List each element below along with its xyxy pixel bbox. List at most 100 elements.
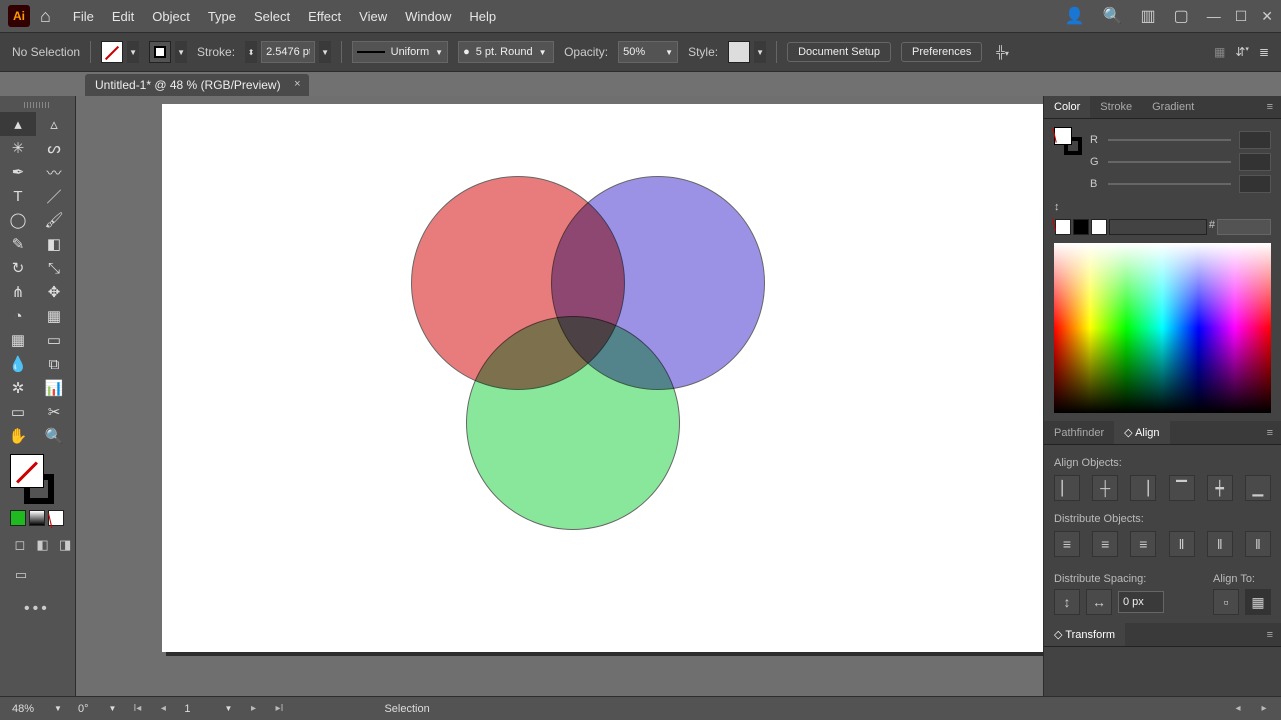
hex-input[interactable] xyxy=(1217,219,1271,235)
align-panel-icon[interactable]: ▦ xyxy=(1214,45,1225,59)
dist-top-button[interactable]: ≡ xyxy=(1054,531,1080,557)
graph-tool[interactable]: 📊 xyxy=(36,376,72,400)
stroke-profile-select[interactable]: Uniform ▼ xyxy=(352,41,448,63)
type-tool[interactable]: T xyxy=(0,184,36,208)
dist-left-button[interactable]: ‖ xyxy=(1169,531,1195,557)
align-hcenter-button[interactable]: ┼ xyxy=(1092,475,1118,501)
artboard[interactable] xyxy=(162,104,1043,652)
menu-file[interactable]: File xyxy=(73,9,94,24)
panel-fill-swatch[interactable]: ∕ xyxy=(1054,127,1072,145)
dist-spacing-v-button[interactable]: ↕ xyxy=(1054,589,1080,615)
rotate-select[interactable]: 0°▼ xyxy=(74,700,120,718)
user-icon[interactable]: 👤 xyxy=(1065,6,1085,26)
artboard-select[interactable]: 1▼ xyxy=(180,700,236,718)
menu-edit[interactable]: Edit xyxy=(112,9,134,24)
align-panel-menu-icon[interactable]: ≡ xyxy=(1259,422,1281,444)
spacing-input[interactable] xyxy=(1118,591,1164,613)
direct-selection-tool[interactable]: ▵ xyxy=(36,112,72,136)
b-value[interactable] xyxy=(1239,175,1271,193)
slice-tool[interactable]: ✂ xyxy=(36,400,72,424)
dist-vcenter-button[interactable]: ≡ xyxy=(1092,531,1118,557)
scroll-left-button[interactable]: ◂ xyxy=(1229,700,1247,718)
fill-dropdown[interactable]: ▼ xyxy=(127,41,139,63)
draw-behind-icon[interactable]: ◧ xyxy=(33,534,53,556)
artboard-last-button[interactable]: ▸I xyxy=(270,700,288,718)
hand-tool[interactable]: ✋ xyxy=(0,424,36,448)
mesh-tool[interactable]: ▦ xyxy=(0,328,36,352)
artboard-next-button[interactable]: ▸ xyxy=(244,700,262,718)
none-swatch[interactable]: ∕ xyxy=(1055,219,1071,235)
menu-type[interactable]: Type xyxy=(208,9,236,24)
tab-transform[interactable]: ◇ Transform xyxy=(1044,623,1125,646)
workspace-icon[interactable]: ▢ xyxy=(1174,6,1189,26)
tab-pathfinder[interactable]: Pathfinder xyxy=(1044,422,1114,444)
scroll-right-button[interactable]: ▸ xyxy=(1255,700,1273,718)
gradient-tool[interactable]: ▭ xyxy=(36,328,72,352)
close-button[interactable]: ✕ xyxy=(1261,8,1273,25)
stroke-dropdown[interactable]: ▼ xyxy=(175,41,187,63)
menu-window[interactable]: Window xyxy=(405,9,451,24)
line-tool[interactable]: ／ xyxy=(36,184,72,208)
align-top-button[interactable]: ▔ xyxy=(1169,475,1195,501)
black-swatch[interactable] xyxy=(1073,219,1089,235)
list-panel-icon[interactable]: ≣ xyxy=(1259,45,1269,59)
brush-select[interactable]: ●5 pt. Round ▼ xyxy=(458,41,554,63)
home-icon[interactable]: ⌂ xyxy=(40,6,51,27)
r-slider[interactable] xyxy=(1108,139,1231,141)
document-tab[interactable]: Untitled-1* @ 48 % (RGB/Preview) × xyxy=(85,74,309,96)
align-to-artboard-button[interactable]: ▦ xyxy=(1245,589,1271,615)
align-left-button[interactable]: ▏ xyxy=(1054,475,1080,501)
green-circle[interactable] xyxy=(466,316,680,530)
scale-tool[interactable]: ⤡ xyxy=(36,256,72,280)
dist-hcenter-button[interactable]: ‖ xyxy=(1207,531,1233,557)
transform-panel-icon[interactable]: ⇵▾ xyxy=(1235,45,1249,59)
dist-spacing-h-button[interactable]: ↔ xyxy=(1086,589,1112,615)
b-slider[interactable] xyxy=(1108,183,1231,185)
white-swatch[interactable] xyxy=(1091,219,1107,235)
style-dd[interactable]: ▼ xyxy=(754,41,766,63)
artboard-prev-button[interactable]: ◂ xyxy=(154,700,172,718)
draw-inside-icon[interactable]: ◨ xyxy=(55,534,75,556)
zoom-select[interactable]: 48%▼ xyxy=(8,700,66,718)
perspective-icon[interactable]: ╬▾ xyxy=(996,45,1009,59)
g-value[interactable] xyxy=(1239,153,1271,171)
curvature-tool[interactable]: 〰 xyxy=(36,160,72,184)
align-right-button[interactable]: ▕ xyxy=(1130,475,1156,501)
transform-panel-menu-icon[interactable]: ≡ xyxy=(1259,624,1281,646)
menu-view[interactable]: View xyxy=(359,9,387,24)
tab-gradient[interactable]: Gradient xyxy=(1142,96,1204,118)
r-value[interactable] xyxy=(1239,131,1271,149)
magic-wand-tool[interactable]: ✳ xyxy=(0,136,36,160)
arrange-icon[interactable]: ▥ xyxy=(1140,6,1155,26)
selection-tool[interactable]: ▴ xyxy=(0,112,36,136)
toolbox-more-icon[interactable]: ••• xyxy=(24,600,75,618)
toolbox-grip[interactable] xyxy=(24,102,51,108)
align-bottom-button[interactable]: ▁ xyxy=(1245,475,1271,501)
shape-builder-tool[interactable]: ◔ xyxy=(0,304,36,328)
style-swatch[interactable] xyxy=(728,41,750,63)
dist-right-button[interactable]: ‖ xyxy=(1245,531,1271,557)
rotate-tool[interactable]: ↻ xyxy=(0,256,36,280)
g-slider[interactable] xyxy=(1108,161,1231,163)
paintbrush-tool[interactable]: 🖌 xyxy=(36,208,72,232)
stroke-weight-input[interactable] xyxy=(261,41,315,63)
artboard-tool[interactable]: ▭ xyxy=(0,400,36,424)
tab-align[interactable]: ◇ Align xyxy=(1114,421,1169,444)
maximize-button[interactable]: ☐ xyxy=(1235,8,1248,25)
opacity-select[interactable]: 50%▼ xyxy=(618,41,678,63)
stroke-swatch[interactable] xyxy=(149,41,171,63)
align-vcenter-button[interactable]: ┿ xyxy=(1207,475,1233,501)
menu-help[interactable]: Help xyxy=(469,9,496,24)
eyedropper-tool[interactable]: 💧 xyxy=(0,352,36,376)
symbol-sprayer-tool[interactable]: ✲ xyxy=(0,376,36,400)
search-icon[interactable]: 🔍 xyxy=(1103,6,1123,26)
tab-color[interactable]: Color xyxy=(1044,96,1090,118)
stroke-weight-dd[interactable]: ▼ xyxy=(319,41,331,63)
fill-stroke-widget[interactable] xyxy=(10,454,60,504)
fill-swatch[interactable] xyxy=(101,41,123,63)
tab-close-icon[interactable]: × xyxy=(294,78,300,90)
pen-tool[interactable]: ✒ xyxy=(0,160,36,184)
last-color-icon[interactable]: ↕ xyxy=(1054,201,1060,213)
zoom-tool[interactable]: 🔍 xyxy=(36,424,72,448)
document-setup-button[interactable]: Document Setup xyxy=(787,42,891,62)
